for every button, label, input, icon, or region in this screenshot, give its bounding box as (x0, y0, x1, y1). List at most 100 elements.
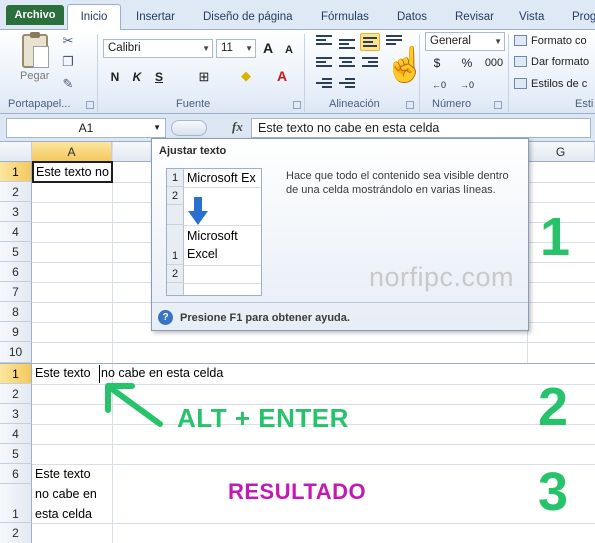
preview-row-header: 2 (167, 265, 184, 283)
number-format-value: General (430, 35, 471, 47)
tooltip-title: Ajustar texto (159, 145, 227, 157)
align-center-icon[interactable] (339, 57, 355, 69)
preview-row-header: 1 (167, 169, 184, 187)
format-as-table-button[interactable]: Dar formato (514, 56, 589, 68)
styles-item-label: Dar formato (531, 56, 590, 68)
chevron-down-icon: ▼ (494, 37, 502, 46)
tooltip-divider (152, 302, 528, 303)
conditional-format-button[interactable]: Formato co (514, 35, 587, 47)
bold-button[interactable]: N (108, 68, 122, 86)
number-format-select[interactable]: General ▼ (425, 32, 505, 51)
row-header[interactable]: 5 (0, 444, 32, 464)
font-launcher-icon[interactable] (293, 101, 301, 109)
group-label-alignment: Alineación (329, 98, 380, 110)
row-header[interactable]: 10 (0, 342, 32, 363)
row-header[interactable]: 8 (0, 302, 32, 322)
decrease-decimal-icon[interactable]: →0 (458, 76, 476, 94)
insert-function-icon[interactable]: fx (232, 119, 243, 135)
align-top-icon[interactable] (316, 35, 332, 47)
wrap-text-button[interactable] (360, 33, 380, 51)
row-header[interactable]: 6 (0, 464, 32, 484)
copy-icon[interactable]: ❐ (60, 55, 76, 69)
preview-after-line: Microsoft (187, 229, 238, 243)
wrapped-cell[interactable]: Este texto no cabe en esta celda (35, 464, 111, 524)
shortcut-label: ALT + ENTER (177, 403, 349, 433)
font-color-icon[interactable]: A (274, 67, 290, 85)
gridline (32, 523, 595, 524)
font-size-select[interactable]: 11 ▼ (216, 39, 256, 58)
active-cell-a1[interactable]: Este texto no (32, 161, 113, 183)
cell-styles-button[interactable]: Estilos de c (514, 78, 587, 90)
column-header-a[interactable]: A (32, 142, 112, 162)
decrease-indent-icon[interactable] (316, 78, 332, 90)
preview-after-line: Excel (187, 247, 218, 261)
group-label-clipboard: Portapapel... (8, 98, 71, 110)
column-header[interactable] (112, 142, 152, 162)
alignment-launcher-icon[interactable] (406, 101, 414, 109)
gridline (32, 444, 595, 445)
row-header[interactable]: 1 (0, 162, 32, 182)
number-launcher-icon[interactable] (494, 101, 502, 109)
row-header[interactable]: 2 (0, 182, 32, 202)
align-left-icon[interactable] (316, 57, 332, 69)
tab-home[interactable]: Inicio (67, 4, 121, 31)
format-painter-icon[interactable]: ✎ (60, 77, 76, 91)
row-header[interactable]: 2 (0, 523, 32, 543)
row-header[interactable]: 9 (0, 322, 32, 342)
tab-page-layout[interactable]: Diseño de página (203, 6, 293, 30)
group-label-number: Número (432, 98, 472, 110)
borders-icon[interactable]: ⊞ (196, 68, 212, 86)
tab-insert[interactable]: Insertar (136, 6, 175, 30)
underline-button[interactable]: S (152, 68, 166, 86)
font-size-value: 11 (221, 42, 233, 54)
cut-icon[interactable]: ✂ (60, 34, 76, 48)
step-number-3: 3 (538, 462, 569, 522)
row-header[interactable]: 3 (0, 202, 32, 222)
tab-data[interactable]: Datos (397, 6, 427, 30)
chevron-down-icon: ▼ (202, 44, 210, 53)
row-header[interactable]: 5 (0, 242, 32, 262)
styles-item-label: Formato co (531, 35, 587, 47)
shrink-font-button[interactable]: A (283, 41, 295, 59)
italic-button[interactable]: K (130, 68, 144, 86)
row-header[interactable]: 4 (0, 424, 32, 444)
row-header[interactable]: 3 (0, 404, 32, 424)
percent-button[interactable]: % (460, 54, 474, 72)
grow-font-button[interactable]: A (261, 39, 275, 57)
group-label-font: Fuente (176, 98, 211, 110)
styles-item-label: Estilos de c (531, 78, 588, 90)
increase-decimal-icon[interactable]: ←0 (430, 76, 448, 94)
formula-bar-splitter[interactable] (171, 120, 207, 136)
tab-view[interactable]: Vista (519, 6, 544, 30)
chevron-down-icon[interactable]: ▼ (153, 119, 161, 137)
row-header[interactable]: 6 (0, 262, 32, 282)
row-header[interactable]: 1 (0, 364, 32, 384)
column-header-g[interactable]: G (527, 142, 595, 162)
currency-button[interactable]: $ (430, 54, 444, 72)
clipboard-launcher-icon[interactable] (86, 101, 94, 109)
align-right-icon[interactable] (362, 57, 378, 69)
name-box[interactable]: A1 ▼ (6, 118, 166, 138)
tab-formulas[interactable]: Fórmulas (321, 6, 369, 30)
fill-color-icon[interactable]: ◆ (238, 67, 254, 85)
row-header[interactable]: 1 (0, 484, 32, 523)
cell-styles-icon (514, 78, 527, 89)
formula-input[interactable]: Este texto no cabe en esta celda (251, 118, 591, 138)
paste-button-label[interactable]: Pegar (20, 70, 49, 82)
row-header[interactable]: 2 (0, 384, 32, 404)
row-header[interactable]: 4 (0, 222, 32, 242)
tooltip-description: Hace que todo el contenido sea visible d… (286, 170, 509, 196)
paste-icon[interactable] (22, 32, 49, 68)
thousands-button[interactable]: 000 (484, 54, 504, 72)
row-header[interactable]: 7 (0, 282, 32, 302)
group-divider (508, 34, 509, 112)
tab-file[interactable]: Archivo (6, 5, 64, 25)
increase-indent-icon[interactable] (339, 78, 355, 90)
tab-review[interactable]: Revisar (455, 6, 494, 30)
group-label-styles: Esti (575, 98, 594, 110)
cell-value-left: Este texto (35, 366, 91, 380)
align-middle-icon[interactable] (339, 39, 355, 51)
font-name-select[interactable]: Calibri ▼ (103, 39, 213, 58)
tab-developer[interactable]: Prog (572, 6, 595, 30)
select-all-corner[interactable] (0, 142, 32, 162)
